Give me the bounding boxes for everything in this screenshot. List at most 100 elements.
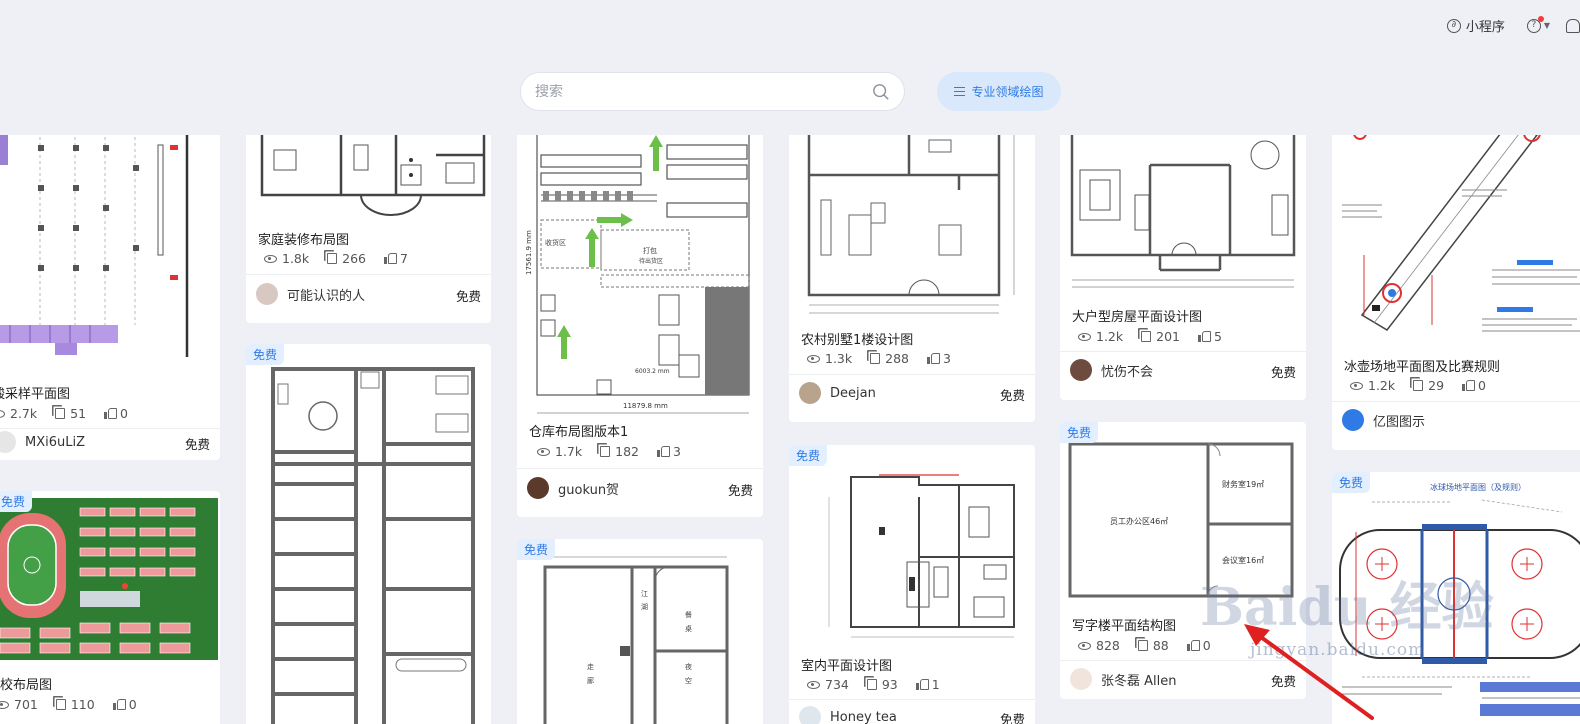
author-name: Deejan <box>830 385 876 401</box>
author[interactable]: MXi6uLiZ <box>0 431 85 453</box>
template-card[interactable]: 冰壶场地平面图及比赛规则 1.2k 29 0 亿图图示 免费 <box>1332 135 1580 450</box>
template-thumbnail[interactable] <box>0 493 220 663</box>
domain-drawing-button[interactable]: 专业领域绘图 <box>937 72 1061 111</box>
like-icon <box>112 699 126 710</box>
template-title[interactable]: 写字楼平面结构图 <box>1072 615 1176 634</box>
avatar <box>527 477 549 499</box>
template-thumbnail[interactable] <box>246 364 491 724</box>
like-icon <box>926 353 940 364</box>
card-divider <box>789 374 1035 375</box>
template-card[interactable]: 免费 冰球场地平面图（及规则） <box>1332 472 1580 724</box>
template-gallery: 酸采样平面图 2.7k 51 0 MXi6uLiZ 免费 <box>0 135 1580 724</box>
author[interactable]: Honey tea <box>799 706 897 724</box>
author[interactable]: 张冬磊 Allen <box>1070 668 1177 690</box>
template-thumbnail[interactable] <box>1060 135 1306 300</box>
template-thumbnail[interactable] <box>1332 135 1580 347</box>
copy-icon <box>1413 380 1424 391</box>
avatar <box>256 283 278 305</box>
card-divider <box>1060 351 1306 352</box>
template-thumbnail[interactable]: 收货区 打包 待出货区 6003.2 mm 11879.8 mm 17561.9… <box>517 135 763 415</box>
warehouse-height-dimension: 17561.9 mm <box>525 230 533 275</box>
template-thumbnail[interactable] <box>789 467 1035 642</box>
search-bar <box>520 72 905 111</box>
like-count: 3 <box>672 444 681 459</box>
copy-count: 51 <box>70 406 87 421</box>
template-title[interactable]: 酸采样平面图 <box>0 383 70 402</box>
template-title[interactable]: 大户型房屋平面设计图 <box>1072 306 1202 325</box>
card-divider <box>1332 401 1580 402</box>
eye-icon <box>1350 381 1363 390</box>
svg-text:江: 江 <box>641 590 648 598</box>
view-count: 1.7k <box>555 444 583 459</box>
template-card[interactable]: 收货区 打包 待出货区 6003.2 mm 11879.8 mm 17561.9… <box>517 135 763 517</box>
template-card[interactable]: 家庭装修布局图 1.8k 266 7 可能认识的人 免费 <box>246 135 491 323</box>
search-icon[interactable] <box>872 83 890 101</box>
template-thumbnail[interactable] <box>789 135 1035 320</box>
template-title[interactable]: 校布局图 <box>0 674 52 693</box>
template-card[interactable]: 农村别墅1楼设计图 1.3k 288 3 Deejan 免费 <box>789 135 1035 422</box>
author-name: MXi6uLiZ <box>25 434 86 450</box>
template-thumbnail[interactable] <box>246 135 491 220</box>
like-icon <box>1186 640 1200 651</box>
template-card[interactable]: 免费 <box>0 491 220 724</box>
author[interactable]: 可能认识的人 <box>256 283 365 305</box>
price-label: 免费 <box>999 712 1025 724</box>
eye-icon <box>537 447 550 456</box>
template-title[interactable]: 仓库布局图版本1 <box>529 421 628 440</box>
avatar <box>1070 668 1092 690</box>
eye-icon <box>807 680 820 689</box>
free-badge: 免费 <box>246 344 285 365</box>
svg-text:桌: 桌 <box>685 624 692 633</box>
copy-icon <box>1137 640 1148 651</box>
template-card[interactable]: 大户型房屋平面设计图 1.2k 201 5 忧伤不会 免费 <box>1060 135 1306 400</box>
app-root: ∂ 小程序 ? ▼ 专业领域绘图 <box>0 0 1580 724</box>
view-count: 2.7k <box>10 406 38 421</box>
domain-drawing-label: 专业领域绘图 <box>971 85 1044 99</box>
svg-text:空: 空 <box>685 676 692 685</box>
template-title[interactable]: 冰壶场地平面图及比赛规则 <box>1344 356 1500 375</box>
template-stats: 1.3k 288 3 <box>807 351 951 366</box>
like-icon <box>915 679 929 690</box>
warehouse-pack-label: 打包 <box>643 246 657 255</box>
like-count: 1 <box>931 677 940 692</box>
template-title[interactable]: 农村别墅1楼设计图 <box>801 329 913 348</box>
bell-icon[interactable] <box>1566 18 1580 33</box>
view-count: 701 <box>14 697 38 712</box>
template-card[interactable]: 酸采样平面图 2.7k 51 0 MXi6uLiZ 免费 <box>0 135 220 460</box>
copy-count: 266 <box>342 251 366 266</box>
author[interactable]: 亿图图示 <box>1342 409 1425 431</box>
avatar <box>1342 409 1364 431</box>
template-card[interactable]: 免费 员工办公区46㎡ 财务室19㎡ 会议室16㎡ 写字楼平面结构图 828 8… <box>1060 422 1306 699</box>
free-badge: 免费 <box>517 539 556 560</box>
author-name: 可能认识的人 <box>287 288 366 304</box>
author[interactable]: guokun贺 <box>527 477 619 499</box>
price-label: 免费 <box>1270 674 1296 689</box>
like-count: 0 <box>120 406 128 421</box>
avatar <box>0 431 16 453</box>
eye-icon <box>1078 332 1091 341</box>
template-card[interactable]: 免费 <box>246 344 491 724</box>
mini-program-link[interactable]: ∂ 小程序 <box>1446 16 1505 35</box>
template-thumbnail[interactable] <box>0 135 220 365</box>
author[interactable]: Deejan <box>799 382 876 404</box>
office-meeting-label: 会议室16㎡ <box>1222 555 1264 565</box>
template-title[interactable]: 室内平面设计图 <box>801 655 892 674</box>
search-input[interactable] <box>535 83 872 100</box>
template-stats: 701 110 0 <box>0 697 137 712</box>
template-card[interactable]: 免费 江湖餐桌夜空 走廊 <box>517 539 763 724</box>
like-icon <box>1197 331 1211 342</box>
template-title[interactable]: 家庭装修布局图 <box>258 229 349 248</box>
help-menu[interactable]: ? ▼ <box>1526 15 1550 33</box>
like-count: 0 <box>1202 638 1211 653</box>
template-thumbnail[interactable]: 江湖餐桌夜空 走廊 <box>517 551 763 724</box>
like-count: 3 <box>942 351 951 366</box>
like-count: 7 <box>399 251 408 266</box>
view-count: 1.2k <box>1368 378 1396 393</box>
template-thumbnail[interactable]: 冰球场地平面图（及规则） <box>1332 472 1580 724</box>
template-thumbnail[interactable]: 员工办公区46㎡ 财务室19㎡ 会议室16㎡ <box>1060 442 1306 612</box>
eye-icon <box>264 254 277 263</box>
author[interactable]: 忧伤不会 <box>1070 359 1153 381</box>
svg-text:走: 走 <box>587 663 594 671</box>
copy-icon <box>55 408 66 419</box>
template-card[interactable]: 免费 室内平面设计图 734 93 1 Honey tea 免费 <box>789 445 1035 724</box>
